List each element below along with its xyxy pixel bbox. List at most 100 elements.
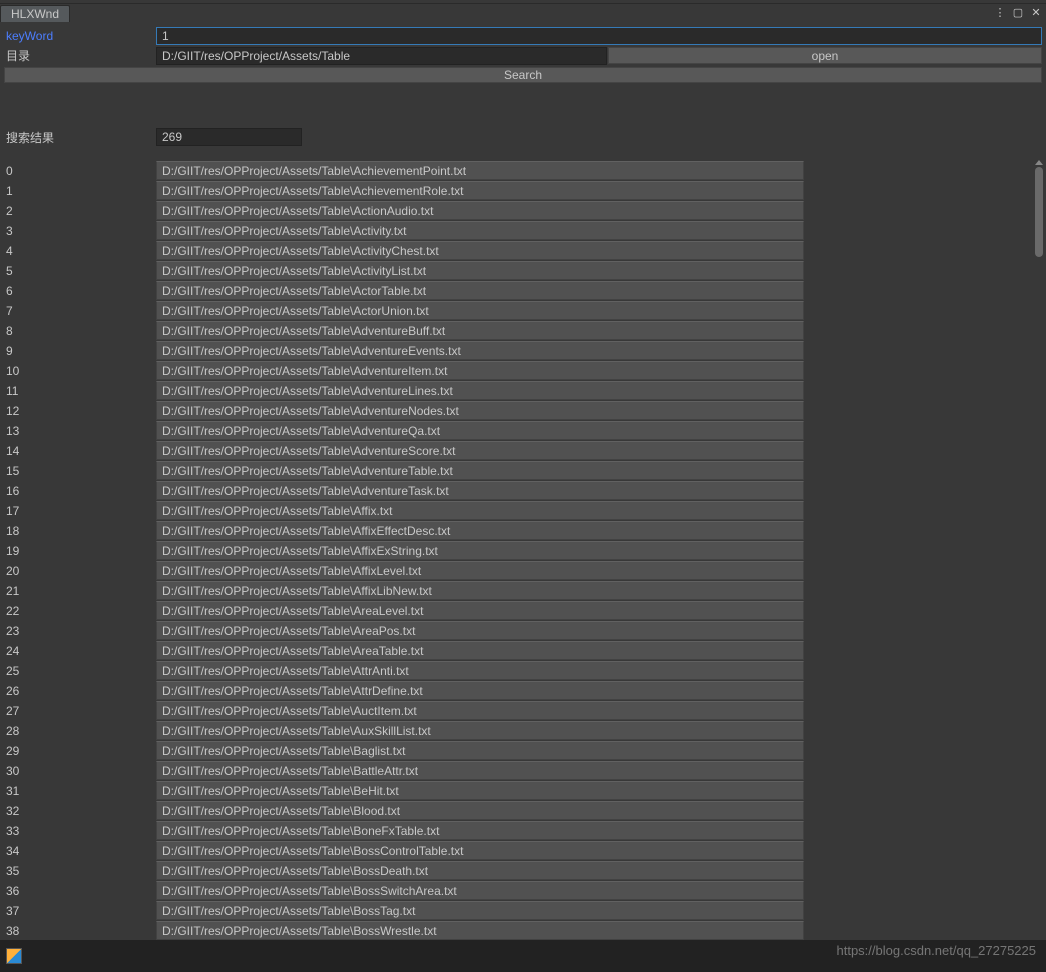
result-path[interactable]: D:/GIIT/res/OPProject/Assets/Table\Actio… [156, 201, 804, 220]
result-index: 24 [4, 644, 156, 658]
open-button[interactable]: open [608, 47, 1042, 64]
result-path[interactable]: D:/GIIT/res/OPProject/Assets/Table\Activ… [156, 221, 804, 240]
result-path[interactable]: D:/GIIT/res/OPProject/Assets/Table\Achie… [156, 161, 804, 180]
tab-hlxwnd[interactable]: HLXWnd [0, 5, 70, 22]
result-index: 23 [4, 624, 156, 638]
result-path[interactable]: D:/GIIT/res/OPProject/Assets/Table\Activ… [156, 241, 804, 260]
result-row: 36D:/GIIT/res/OPProject/Assets/Table\Bos… [4, 881, 1042, 901]
result-row: 31D:/GIIT/res/OPProject/Assets/Table\BeH… [4, 781, 1042, 801]
result-index: 29 [4, 744, 156, 758]
result-path[interactable]: D:/GIIT/res/OPProject/Assets/Table\Adven… [156, 461, 804, 480]
result-row: 5D:/GIIT/res/OPProject/Assets/Table\Acti… [4, 261, 1042, 281]
taskbar-app-icon[interactable] [6, 948, 22, 964]
result-path[interactable]: D:/GIIT/res/OPProject/Assets/Table\BossC… [156, 841, 804, 860]
keyword-label[interactable]: keyWord [4, 29, 156, 43]
result-path[interactable]: D:/GIIT/res/OPProject/Assets/Table\Achie… [156, 181, 804, 200]
result-path[interactable]: D:/GIIT/res/OPProject/Assets/Table\Adven… [156, 381, 804, 400]
result-index: 18 [4, 524, 156, 538]
result-path[interactable]: D:/GIIT/res/OPProject/Assets/Table\Affix… [156, 501, 804, 520]
result-path[interactable]: D:/GIIT/res/OPProject/Assets/Table\Battl… [156, 761, 804, 780]
result-row: 34D:/GIIT/res/OPProject/Assets/Table\Bos… [4, 841, 1042, 861]
result-index: 20 [4, 564, 156, 578]
result-index: 17 [4, 504, 156, 518]
result-index: 11 [4, 384, 156, 398]
results-count: 269 [156, 128, 302, 146]
result-row: 21D:/GIIT/res/OPProject/Assets/Table\Aff… [4, 581, 1042, 601]
result-path[interactable]: D:/GIIT/res/OPProject/Assets/Table\Affix… [156, 541, 804, 560]
tab-bar: HLXWnd [0, 4, 1046, 22]
result-row: 25D:/GIIT/res/OPProject/Assets/Table\Att… [4, 661, 1042, 681]
close-icon[interactable]: ✕ [1030, 6, 1042, 18]
result-index: 8 [4, 324, 156, 338]
result-index: 19 [4, 544, 156, 558]
keyword-input[interactable] [156, 27, 1042, 45]
scroll-up-icon[interactable] [1035, 160, 1043, 165]
result-path[interactable]: D:/GIIT/res/OPProject/Assets/Table\AreaL… [156, 601, 804, 620]
results-list: 0D:/GIIT/res/OPProject/Assets/Table\Achi… [0, 157, 1046, 945]
result-path[interactable]: D:/GIIT/res/OPProject/Assets/Table\Blood… [156, 801, 804, 820]
result-path[interactable]: D:/GIIT/res/OPProject/Assets/Table\Activ… [156, 261, 804, 280]
result-path[interactable]: D:/GIIT/res/OPProject/Assets/Table\BoneF… [156, 821, 804, 840]
result-path[interactable]: D:/GIIT/res/OPProject/Assets/Table\AuctI… [156, 701, 804, 720]
result-path[interactable]: D:/GIIT/res/OPProject/Assets/Table\Affix… [156, 581, 804, 600]
maximize-icon[interactable]: ▢ [1012, 6, 1024, 18]
result-path[interactable]: D:/GIIT/res/OPProject/Assets/Table\AttrD… [156, 681, 804, 700]
result-row: 28D:/GIIT/res/OPProject/Assets/Table\Aux… [4, 721, 1042, 741]
results-header: 搜索结果 269 [0, 127, 1046, 147]
result-path[interactable]: D:/GIIT/res/OPProject/Assets/Table\Adven… [156, 321, 804, 340]
result-path[interactable]: D:/GIIT/res/OPProject/Assets/Table\AreaT… [156, 641, 804, 660]
result-index: 2 [4, 204, 156, 218]
result-row: 18D:/GIIT/res/OPProject/Assets/Table\Aff… [4, 521, 1042, 541]
result-path[interactable]: D:/GIIT/res/OPProject/Assets/Table\BossT… [156, 901, 804, 920]
menu-icon[interactable]: ⋮ [994, 6, 1006, 18]
result-path[interactable]: D:/GIIT/res/OPProject/Assets/Table\Affix… [156, 561, 804, 580]
result-path[interactable]: D:/GIIT/res/OPProject/Assets/Table\BossS… [156, 881, 804, 900]
window-controls: ⋮ ▢ ✕ [994, 6, 1042, 18]
search-button[interactable]: Search [4, 67, 1042, 83]
result-index: 21 [4, 584, 156, 598]
result-index: 25 [4, 664, 156, 678]
result-index: 36 [4, 884, 156, 898]
result-path[interactable]: D:/GIIT/res/OPProject/Assets/Table\Actor… [156, 301, 804, 320]
result-index: 38 [4, 924, 156, 938]
result-path[interactable]: D:/GIIT/res/OPProject/Assets/Table\AuxSk… [156, 721, 804, 740]
result-path[interactable]: D:/GIIT/res/OPProject/Assets/Table\Affix… [156, 521, 804, 540]
result-path[interactable]: D:/GIIT/res/OPProject/Assets/Table\Adven… [156, 441, 804, 460]
result-row: 26D:/GIIT/res/OPProject/Assets/Table\Att… [4, 681, 1042, 701]
results-label: 搜索结果 [4, 129, 156, 146]
result-path[interactable]: D:/GIIT/res/OPProject/Assets/Table\Actor… [156, 281, 804, 300]
result-path[interactable]: D:/GIIT/res/OPProject/Assets/Table\Adven… [156, 421, 804, 440]
result-row: 9D:/GIIT/res/OPProject/Assets/Table\Adve… [4, 341, 1042, 361]
result-path[interactable]: D:/GIIT/res/OPProject/Assets/Table\AttrA… [156, 661, 804, 680]
result-path[interactable]: D:/GIIT/res/OPProject/Assets/Table\Adven… [156, 401, 804, 420]
result-index: 14 [4, 444, 156, 458]
result-path[interactable]: D:/GIIT/res/OPProject/Assets/Table\Adven… [156, 361, 804, 380]
result-row: 15D:/GIIT/res/OPProject/Assets/Table\Adv… [4, 461, 1042, 481]
result-index: 27 [4, 704, 156, 718]
result-index: 31 [4, 784, 156, 798]
result-path[interactable]: D:/GIIT/res/OPProject/Assets/Table\BossW… [156, 921, 804, 940]
result-path[interactable]: D:/GIIT/res/OPProject/Assets/Table\Adven… [156, 341, 804, 360]
directory-input[interactable] [156, 47, 607, 65]
result-index: 15 [4, 464, 156, 478]
result-index: 35 [4, 864, 156, 878]
result-row: 29D:/GIIT/res/OPProject/Assets/Table\Bag… [4, 741, 1042, 761]
result-row: 24D:/GIIT/res/OPProject/Assets/Table\Are… [4, 641, 1042, 661]
scroll-thumb[interactable] [1035, 167, 1043, 257]
result-row: 0D:/GIIT/res/OPProject/Assets/Table\Achi… [4, 161, 1042, 181]
result-path[interactable]: D:/GIIT/res/OPProject/Assets/Table\AreaP… [156, 621, 804, 640]
result-path[interactable]: D:/GIIT/res/OPProject/Assets/Table\Adven… [156, 481, 804, 500]
result-row: 17D:/GIIT/res/OPProject/Assets/Table\Aff… [4, 501, 1042, 521]
result-row: 8D:/GIIT/res/OPProject/Assets/Table\Adve… [4, 321, 1042, 341]
result-path[interactable]: D:/GIIT/res/OPProject/Assets/Table\Bagli… [156, 741, 804, 760]
result-index: 5 [4, 264, 156, 278]
scrollbar[interactable] [1034, 160, 1044, 930]
result-path[interactable]: D:/GIIT/res/OPProject/Assets/Table\BossD… [156, 861, 804, 880]
directory-label: 目录 [4, 47, 156, 64]
result-index: 9 [4, 344, 156, 358]
result-row: 16D:/GIIT/res/OPProject/Assets/Table\Adv… [4, 481, 1042, 501]
result-index: 34 [4, 844, 156, 858]
result-path[interactable]: D:/GIIT/res/OPProject/Assets/Table\BeHit… [156, 781, 804, 800]
result-row: 37D:/GIIT/res/OPProject/Assets/Table\Bos… [4, 901, 1042, 921]
result-row: 22D:/GIIT/res/OPProject/Assets/Table\Are… [4, 601, 1042, 621]
